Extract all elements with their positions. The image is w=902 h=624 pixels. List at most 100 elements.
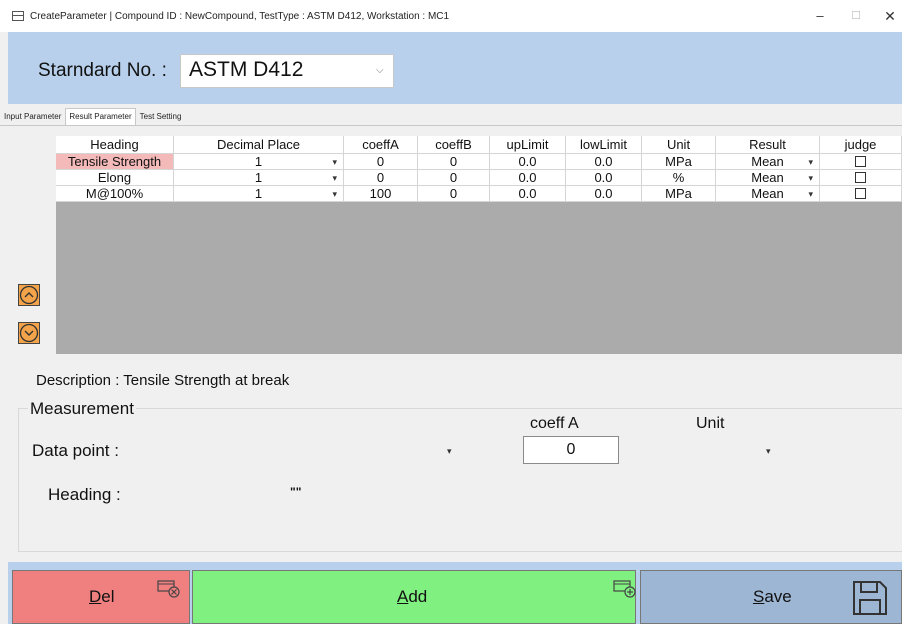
cell-lowlimit[interactable]: 0.0: [566, 154, 642, 170]
save-button-label: Save: [753, 587, 792, 607]
cell-heading[interactable]: Elong: [56, 170, 174, 186]
move-up-button[interactable]: [18, 284, 40, 306]
save-label-rest: ave: [764, 587, 792, 606]
del-accelerator: D: [89, 587, 102, 606]
tab-test-setting[interactable]: Test Setting: [135, 108, 186, 126]
heading-value: "": [290, 485, 302, 499]
dropdown-arrow-icon[interactable]: ▾: [808, 170, 813, 185]
create-parameter-window: CreateParameter | Compound ID : NewCompo…: [0, 0, 902, 624]
add-accelerator: A: [397, 587, 409, 606]
parameter-description: Description : Tensile Strength at break: [36, 372, 290, 389]
save-button[interactable]: Save: [640, 570, 902, 624]
data-point-dropdown-arrow-icon[interactable]: ▾: [447, 446, 452, 457]
judge-checkbox[interactable]: [855, 172, 866, 184]
add-button[interactable]: Add: [192, 570, 636, 624]
save-accelerator: S: [753, 587, 765, 606]
cell-uplimit[interactable]: 0.0: [490, 186, 566, 202]
window-title: CreateParameter | Compound ID : NewCompo…: [30, 10, 450, 22]
cell-coeffb[interactable]: 0: [418, 170, 490, 186]
cell-judge[interactable]: [820, 186, 902, 202]
column-header-result[interactable]: Result: [716, 136, 820, 154]
maximize-button[interactable]: ☐: [846, 6, 866, 26]
cell-unit[interactable]: %: [642, 170, 716, 186]
cell-coeffb[interactable]: 0: [418, 154, 490, 170]
column-header-heading[interactable]: Heading: [56, 136, 174, 154]
judge-checkbox[interactable]: [855, 188, 866, 200]
cell-lowlimit[interactable]: 0.0: [566, 170, 642, 186]
tab-strip: Input Parameter Result Parameter Test Se…: [0, 108, 186, 126]
column-header-lowlimit[interactable]: lowLimit: [566, 136, 642, 154]
dropdown-arrow-icon[interactable]: ▾: [332, 170, 337, 185]
app-icon: [12, 11, 24, 21]
minimize-button[interactable]: –: [810, 6, 830, 26]
cell-coeffa[interactable]: 0: [344, 154, 418, 170]
column-header-decimal-place[interactable]: Decimal Place: [174, 136, 344, 154]
del-label-rest: el: [101, 587, 115, 606]
chevron-down-circle-icon: [19, 323, 39, 343]
cell-lowlimit[interactable]: 0.0: [566, 186, 642, 202]
cell-decimal-value: 1: [254, 186, 263, 201]
cell-decimal-value: 1: [254, 154, 263, 169]
del-button[interactable]: Del: [12, 570, 190, 624]
standard-label: Starndard No. :: [38, 60, 167, 81]
move-down-button[interactable]: [18, 322, 40, 344]
unit-label: Unit: [696, 415, 725, 432]
tab-result-parameter[interactable]: Result Parameter: [65, 108, 136, 126]
cell-decimal-value: 1: [254, 170, 263, 185]
tab-input-parameter[interactable]: Input Parameter: [0, 108, 66, 126]
column-header-coeffb[interactable]: coeffB: [418, 136, 490, 154]
measurement-group: [18, 408, 902, 552]
cell-uplimit[interactable]: 0.0: [490, 170, 566, 186]
cell-result[interactable]: Mean ▾: [716, 154, 820, 170]
heading-label: Heading :: [48, 485, 121, 504]
column-header-uplimit[interactable]: upLimit: [490, 136, 566, 154]
data-point-label: Data point :: [32, 441, 119, 460]
table-row[interactable]: Elong 1 ▾ 0 0 0.0 0.0 % Mean ▾: [56, 170, 902, 186]
column-header-coeffa[interactable]: coeffA: [344, 136, 418, 154]
add-button-label: Add: [397, 587, 427, 607]
cell-coeffb[interactable]: 0: [418, 186, 490, 202]
cell-result[interactable]: Mean ▾: [716, 186, 820, 202]
standard-select[interactable]: ASTM D412 ⌵: [180, 54, 394, 88]
result-parameter-grid[interactable]: Heading Decimal Place coeffA coeffB upLi…: [56, 136, 902, 354]
delete-row-icon: [157, 580, 180, 598]
cell-coeffa[interactable]: 100: [344, 186, 418, 202]
add-row-icon: [613, 580, 636, 598]
cell-decimal-place[interactable]: 1 ▾: [174, 186, 344, 202]
dropdown-arrow-icon[interactable]: ▾: [332, 154, 337, 169]
measurement-group-label: Measurement: [28, 399, 136, 419]
chevron-down-icon: ⌵: [376, 65, 384, 76]
tab-panel-border: [0, 125, 902, 126]
title-bar: CreateParameter | Compound ID : NewCompo…: [0, 0, 902, 32]
column-header-judge[interactable]: judge: [820, 136, 902, 154]
cell-heading[interactable]: Tensile Strength: [56, 154, 174, 170]
dropdown-arrow-icon[interactable]: ▾: [808, 154, 813, 169]
cell-coeffa[interactable]: 0: [344, 170, 418, 186]
cell-judge[interactable]: [820, 154, 902, 170]
dropdown-arrow-icon[interactable]: ▾: [808, 186, 813, 201]
grid-header-row: Heading Decimal Place coeffA coeffB upLi…: [56, 136, 902, 154]
cell-result-value: Mean: [751, 170, 784, 185]
add-label-rest: dd: [408, 587, 428, 606]
cell-result-value: Mean: [751, 186, 784, 201]
cell-result-value: Mean: [751, 154, 784, 169]
table-row[interactable]: Tensile Strength 1 ▾ 0 0 0.0 0.0 MPa Mean…: [56, 154, 902, 170]
standard-select-value: ASTM D412: [189, 58, 304, 81]
unit-dropdown-arrow-icon[interactable]: ▾: [766, 446, 771, 457]
cell-uplimit[interactable]: 0.0: [490, 154, 566, 170]
cell-result[interactable]: Mean ▾: [716, 170, 820, 186]
table-row[interactable]: M@100% 1 ▾ 100 0 0.0 0.0 MPa Mean ▾: [56, 186, 902, 202]
cell-decimal-place[interactable]: 1 ▾: [174, 154, 344, 170]
cell-unit[interactable]: MPa: [642, 154, 716, 170]
cell-heading[interactable]: M@100%: [56, 186, 174, 202]
close-button[interactable]: ✕: [880, 6, 900, 26]
header-band: Starndard No. : ASTM D412 ⌵: [8, 32, 902, 104]
column-header-unit[interactable]: Unit: [642, 136, 716, 154]
cell-decimal-place[interactable]: 1 ▾: [174, 170, 344, 186]
coeff-a-input[interactable]: 0: [523, 436, 619, 464]
dropdown-arrow-icon[interactable]: ▾: [332, 186, 337, 201]
cell-unit[interactable]: MPa: [642, 186, 716, 202]
judge-checkbox[interactable]: [855, 156, 866, 168]
cell-judge[interactable]: [820, 170, 902, 186]
floppy-disk-icon: [853, 581, 887, 615]
